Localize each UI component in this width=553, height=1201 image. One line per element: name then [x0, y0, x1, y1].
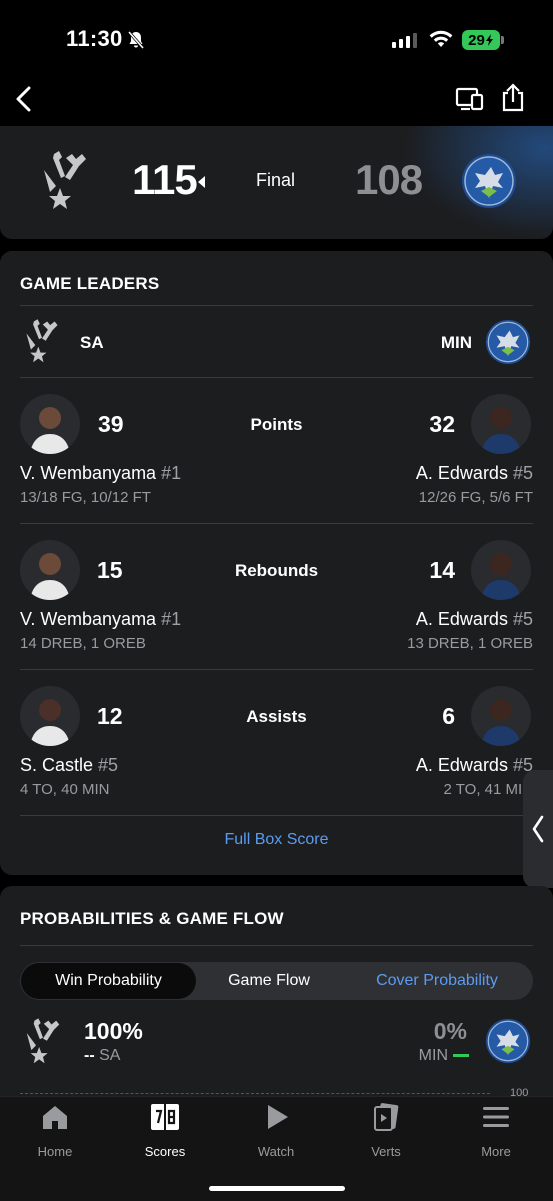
home-rebounds-statline: 14 DREB, 1 OREB [20, 635, 146, 652]
away-points-statline: 12/26 FG, 5/6 FT [418, 489, 533, 506]
away-team-abbr: MIN [440, 333, 472, 352]
tab-watch[interactable]: Watch [236, 1101, 316, 1159]
tab-home[interactable]: Home [15, 1101, 95, 1159]
jersey-number: #1 [161, 609, 182, 629]
home-points-leader-name[interactable]: V. Wembanyama #1 [20, 463, 181, 484]
verts-icon [374, 1103, 399, 1131]
side-panel-handle[interactable] [523, 770, 553, 888]
full-box-score-link[interactable]: Full Box Score [0, 831, 553, 849]
jersey-number: #5 [512, 609, 533, 629]
home-rebounds-leader-name[interactable]: V. Wembanyama #1 [20, 609, 181, 630]
away-points-value: 32 [429, 411, 455, 437]
away-rebounds-statline: 13 DREB, 1 OREB [407, 635, 533, 652]
wifi-icon [428, 29, 454, 54]
share-icon[interactable] [500, 83, 526, 118]
away-assists-value: 6 [442, 703, 455, 729]
timberwolves-logo-small-icon [485, 319, 531, 370]
home-icon [43, 1106, 67, 1129]
away-score: 108 [355, 156, 423, 203]
player-headshot-avatar[interactable] [471, 686, 531, 746]
jersey-number: #5 [98, 755, 119, 775]
tab-cover-probability[interactable]: Cover Probability [342, 972, 532, 990]
away-assists-leader-name[interactable]: A. Edwards #5 [300, 755, 533, 776]
back-button[interactable] [14, 86, 36, 117]
away-win-probability: 0% [433, 1018, 467, 1044]
home-assists-leader-name[interactable]: S. Castle #5 [20, 755, 118, 776]
player-name: V. Wembanyama [20, 609, 157, 629]
player-name: V. Wembanyama [20, 463, 157, 483]
tab-win-probability[interactable]: Win Probability [21, 972, 196, 990]
menu-icon [483, 1107, 509, 1127]
divider [20, 305, 533, 306]
battery-level: 29 [468, 31, 485, 49]
away-series-key: MIN [367, 1047, 469, 1065]
spurs-logo-icon[interactable] [38, 148, 92, 215]
spurs-logo-small-icon [22, 316, 62, 369]
battery-icon: 29 [462, 30, 500, 50]
game-leaders-title: GAME LEADERS [20, 274, 160, 293]
away-rebounds-leader-name[interactable]: A. Edwards #5 [300, 609, 533, 630]
battery-tip [501, 36, 504, 44]
home-abbr: SA [99, 1047, 121, 1064]
home-series-key: -- SA [84, 1047, 120, 1065]
divider [20, 945, 533, 946]
tab-more[interactable]: More [456, 1101, 536, 1159]
home-score: 115 [132, 156, 198, 203]
away-abbr: MIN [418, 1047, 448, 1064]
signal-icon [392, 33, 417, 48]
divider [20, 669, 533, 670]
home-line-style: -- [84, 1047, 95, 1064]
divider [20, 815, 533, 816]
tab-label: Watch [257, 1144, 295, 1159]
timberwolves-logo-small-icon [485, 1018, 531, 1069]
probabilities-title: PROBABILITIES & GAME FLOW [20, 909, 284, 928]
tab-verts[interactable]: Verts [346, 1101, 426, 1159]
bell-muted-icon [126, 30, 146, 55]
scores-icon [151, 1104, 179, 1130]
player-headshot-avatar[interactable] [471, 540, 531, 600]
play-icon [268, 1105, 288, 1129]
player-headshot-avatar[interactable] [471, 394, 531, 454]
winner-indicator-icon [198, 176, 205, 188]
chart-gridline [20, 1093, 490, 1094]
player-name: S. Castle [20, 755, 94, 775]
timberwolves-logo-icon[interactable] [461, 153, 517, 214]
chevron-left-icon [532, 815, 544, 843]
tab-label: Verts [371, 1144, 401, 1159]
away-rebounds-value: 14 [429, 557, 455, 583]
player-name: A. Edwards [415, 755, 508, 775]
tab-label: Home [37, 1144, 73, 1159]
home-points-statline: 13/18 FG, 10/12 FT [20, 489, 151, 506]
player-name: A. Edwards [415, 463, 508, 483]
divider [20, 377, 533, 378]
player-name: A. Edwards [415, 609, 508, 629]
away-assists-statline: 2 TO, 41 MIN [443, 781, 533, 798]
tab-label: More [481, 1144, 511, 1159]
tab-game-flow[interactable]: Game Flow [196, 972, 342, 990]
spurs-logo-small-icon [22, 1016, 64, 1069]
jersey-number: #5 [512, 463, 533, 483]
home-indicator [209, 1186, 345, 1191]
home-win-probability: 100% [84, 1018, 143, 1044]
home-team-abbr: SA [80, 333, 104, 352]
jersey-number: #1 [161, 463, 182, 483]
home-assists-statline: 4 TO, 40 MIN [20, 781, 110, 798]
status-time: 11:30 [66, 26, 123, 51]
tab-scores[interactable]: Scores [125, 1101, 205, 1159]
away-line-swatch [453, 1054, 469, 1058]
game-status: Final [256, 170, 296, 190]
tab-label: Scores [144, 1144, 186, 1159]
divider [20, 523, 533, 524]
away-points-leader-name[interactable]: A. Edwards #5 [300, 463, 533, 484]
cast-icon[interactable] [455, 86, 485, 117]
